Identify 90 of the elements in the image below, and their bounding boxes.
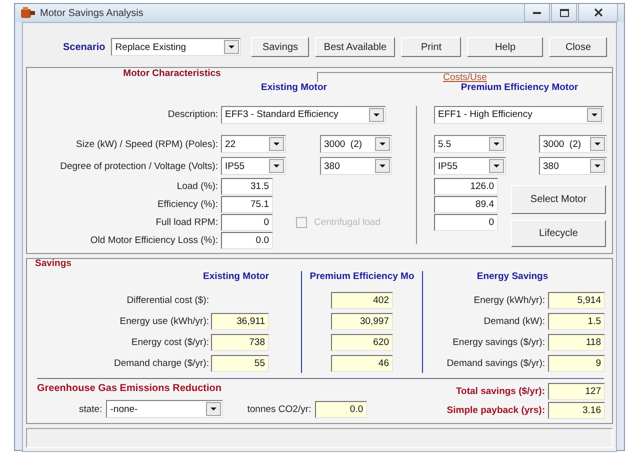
value-field: 46	[331, 354, 393, 372]
value-field: 620	[331, 334, 393, 350]
column-header: Energy Savings	[476, 271, 550, 282]
value-field: 9	[548, 354, 605, 372]
field-label: Demand savings ($/yr):	[446, 358, 545, 368]
minimize-button[interactable]	[524, 4, 550, 22]
caret-icon	[590, 159, 605, 173]
value-field: 118	[548, 334, 605, 350]
value-field[interactable]: 0.0	[221, 232, 273, 249]
caret-icon	[489, 159, 504, 173]
total-label: Total savings ($/yr):	[454, 386, 545, 396]
caret-icon	[590, 137, 605, 151]
value-field: 5,914	[548, 292, 605, 308]
column-header: Existing Motor	[202, 271, 269, 282]
minimize-icon	[533, 11, 541, 14]
maximize-icon	[560, 8, 568, 16]
caret-icon	[375, 159, 390, 173]
window-title: Motor Savings Analysis	[40, 8, 144, 18]
value-field: 402	[331, 292, 393, 308]
total-field: 127	[548, 382, 605, 400]
size-dropdown[interactable]: 5.5	[434, 135, 506, 153]
field-label: Demand (kW):	[482, 316, 545, 326]
scenario-label: Scenario	[63, 42, 106, 52]
field-label: Demand charge ($/yr):	[112, 358, 209, 368]
column-header: Premium Efficiency Motor	[460, 82, 580, 95]
column-header: Existing Motor	[260, 82, 328, 95]
value-field[interactable]: 89.4	[434, 196, 498, 213]
caret-icon	[375, 137, 390, 151]
value-field: 30,997	[331, 312, 393, 330]
value-field: 36,911	[211, 312, 269, 330]
action-button[interactable]: Lifecycle	[511, 220, 606, 247]
field-label: Energy savings ($/yr):	[452, 336, 545, 348]
caret-icon	[224, 40, 240, 54]
value-field[interactable]: 0	[434, 214, 498, 231]
value-field[interactable]: 75.1	[221, 196, 273, 213]
field-label: Degree of protection / Voltage (Volts):	[59, 160, 218, 172]
section-title: Savings	[34, 259, 72, 271]
field-label: Efficiency (%):	[156, 199, 218, 210]
caret-icon	[269, 137, 284, 151]
field-label: Size (kW) / Speed (RPM) (Poles):	[75, 138, 218, 150]
scenario-dropdown[interactable]: Replace Existing	[111, 38, 242, 56]
section-title: Motor Characteristics	[122, 68, 222, 81]
value-field: 1.5	[548, 312, 605, 330]
motor-icon	[21, 7, 35, 19]
voltage-dropdown[interactable]: IP55	[434, 157, 506, 175]
section-title: Greenhouse Gas Emissions Reduction	[37, 383, 222, 394]
total-field: 3.16	[548, 402, 605, 418]
caret-icon	[369, 108, 384, 122]
field-label: Energy cost ($/yr):	[130, 336, 209, 348]
toolbar-button[interactable]: Print	[401, 37, 462, 57]
value-field: 0.0	[315, 400, 368, 418]
toolbar-button[interactable]: Best Available	[315, 37, 396, 57]
field-label: Energy use (kWh/yr):	[118, 316, 209, 326]
costs-tab[interactable]: Costs/Use	[317, 72, 612, 82]
value-field[interactable]: 126.0	[434, 178, 498, 195]
value-field[interactable]: 0	[221, 214, 273, 231]
caret-icon	[587, 108, 602, 122]
field-label: tonnes CO2/yr:	[247, 404, 312, 414]
toolbar-button[interactable]: Help	[467, 37, 544, 57]
voltage-dropdown[interactable]: 380	[539, 157, 607, 175]
description-dropdown[interactable]: EFF1 - High Efficiency	[434, 106, 604, 124]
description-dropdown[interactable]: EFF3 - Standard Efficiency	[221, 106, 386, 124]
total-label: Simple payback (yrs):	[446, 404, 545, 416]
caret-icon	[206, 402, 222, 416]
size-dropdown[interactable]: 3000 (2)	[539, 135, 607, 153]
value-field: 738	[211, 334, 269, 350]
voltage-dropdown[interactable]: IP55	[221, 157, 286, 175]
field-label: Full load RPM:	[154, 217, 218, 228]
action-button[interactable]: Select Motor	[511, 185, 606, 214]
toolbar-button[interactable]: Savings	[251, 37, 310, 57]
caret-icon	[489, 137, 504, 151]
size-dropdown[interactable]: 3000 (2)	[320, 135, 392, 153]
maximize-button[interactable]	[551, 4, 577, 22]
field-label: state:	[79, 404, 102, 414]
size-dropdown[interactable]: 22	[221, 135, 286, 153]
close-button[interactable]	[578, 4, 618, 22]
voltage-dropdown[interactable]: 380	[320, 157, 392, 175]
field-label: Old Motor Efficiency Loss (%):	[89, 235, 218, 246]
field-label: Energy (kWh/yr):	[472, 294, 545, 306]
close-icon	[594, 8, 602, 17]
field-label: Differential cost ($):	[126, 294, 209, 306]
state-dropdown[interactable]: -none-	[106, 400, 224, 418]
value-field: 55	[211, 354, 269, 372]
field-label: Load (%):	[176, 181, 218, 192]
checkbox-label: Centrifugal load	[314, 217, 381, 228]
toolbar-button[interactable]: Close	[549, 37, 608, 57]
value-field[interactable]: 31.5	[221, 178, 273, 195]
field-label: Description:	[166, 109, 218, 120]
caret-icon	[269, 159, 284, 173]
column-header: Premium Efficiency Mo	[310, 271, 414, 282]
